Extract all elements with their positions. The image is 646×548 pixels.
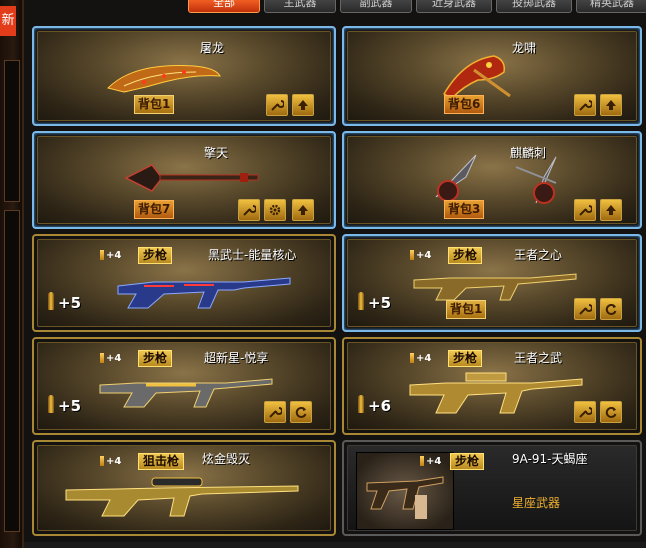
enhance-level: +4 <box>100 353 121 364</box>
upgrade-level: +5 <box>58 294 82 312</box>
sidebar-panel <box>4 60 20 202</box>
tab-all[interactable]: 全部 <box>188 0 260 13</box>
upgrade-button[interactable] <box>600 199 622 221</box>
tab-secondary[interactable]: 副武器 <box>340 0 412 13</box>
weapon-type-tag: 步枪 <box>138 247 173 264</box>
renew-button[interactable] <box>290 401 312 423</box>
wrench-icon <box>269 407 282 418</box>
weapon-name: 龙啸 <box>512 41 537 55</box>
repair-button[interactable] <box>574 199 596 221</box>
arrow-up-icon <box>606 100 616 110</box>
renew-button[interactable] <box>600 401 622 423</box>
weapon-card[interactable]: 龙啸 背包6 <box>342 26 642 126</box>
tab-throwing[interactable]: 投掷武器 <box>496 0 572 13</box>
repair-button[interactable] <box>574 94 596 116</box>
settings-button[interactable] <box>264 199 286 221</box>
bag-slot-badge: 背包1 <box>134 95 175 114</box>
refresh-icon <box>295 407 307 418</box>
arrow-up-icon <box>606 205 616 215</box>
bag-slot-badge: 背包7 <box>134 200 175 219</box>
upgrade-level: +6 <box>368 397 392 415</box>
enhance-level: +4 <box>100 456 121 467</box>
enhance-level: +4 <box>410 353 431 364</box>
sniper-icon <box>65 477 299 517</box>
arrow-up-icon <box>298 100 308 110</box>
dragon-axe-icon <box>442 55 511 99</box>
weapon-name: 炫金毁灭 <box>202 452 251 466</box>
rifle-icon <box>99 378 273 408</box>
enhance-level: +4 <box>420 456 441 467</box>
wrench-icon <box>579 304 592 315</box>
claw-blades-icon <box>435 154 557 204</box>
weapon-name: 屠龙 <box>200 41 225 55</box>
tab-primary[interactable]: 主武器 <box>264 0 336 13</box>
bag-slot-badge: 背包6 <box>444 95 485 114</box>
left-sidebar: 新 <box>0 0 24 548</box>
refresh-icon <box>605 407 617 418</box>
weapon-card[interactable]: +4 步枪 王者之心 +5 背包1 <box>342 234 642 332</box>
bag-slot-badge: 背包1 <box>446 300 487 319</box>
enhance-level: +4 <box>410 250 431 261</box>
weapon-card[interactable]: +4 步枪 黑武士-能量核心 +5 <box>32 234 336 332</box>
wrench-icon <box>243 205 256 216</box>
rifle-icon <box>117 277 291 309</box>
ammo-icon <box>48 395 54 413</box>
constellation-label: 星座武器 <box>512 496 561 510</box>
upgrade-button[interactable] <box>292 199 314 221</box>
ammo-icon <box>48 292 54 310</box>
wrench-icon <box>579 407 592 418</box>
weapon-name: 王者之心 <box>514 248 563 262</box>
weapon-card[interactable]: 麒麟刺 背包3 <box>342 131 642 229</box>
wrench-icon <box>271 100 284 111</box>
refresh-icon <box>605 304 617 315</box>
weapon-type-tag: 步枪 <box>450 453 485 470</box>
weapon-type-tag: 狙击枪 <box>138 453 185 470</box>
weapon-card[interactable]: 擎天 背包7 <box>32 131 336 229</box>
ammo-icon <box>358 292 364 310</box>
upgrade-level: +5 <box>368 294 392 312</box>
renew-button[interactable] <box>600 298 622 320</box>
weapon-name: 王者之武 <box>514 351 563 365</box>
upgrade-button[interactable] <box>600 94 622 116</box>
arrow-up-icon <box>298 205 308 215</box>
wrench-icon <box>579 100 592 111</box>
machete-icon <box>107 65 221 93</box>
repair-button[interactable] <box>574 298 596 320</box>
repair-button[interactable] <box>264 401 286 423</box>
ammo-icon <box>358 395 364 413</box>
enhance-level: +4 <box>100 250 121 261</box>
weapon-card[interactable]: +4 步枪 9A-91-天蝎座 星座武器 <box>342 440 642 536</box>
weapon-card[interactable]: +4 步枪 王者之武 +6 <box>342 337 642 435</box>
repair-button[interactable] <box>574 401 596 423</box>
rifle-icon <box>413 273 577 301</box>
wrench-icon <box>579 205 592 216</box>
repair-button[interactable] <box>238 199 260 221</box>
repair-button[interactable] <box>266 94 288 116</box>
upgrade-button[interactable] <box>292 94 314 116</box>
new-badge: 新 <box>0 6 16 36</box>
bag-slot-badge: 背包3 <box>444 200 485 219</box>
bottom-edge <box>24 542 646 548</box>
weapon-card[interactable]: 屠龙 背包1 <box>32 26 336 126</box>
weapon-list-panel: 全部 主武器 副武器 近身武器 投掷武器 精英武器 屠龙 背包1 龙啸 背包6 <box>24 0 646 548</box>
weapon-name: 黑武士-能量核心 <box>208 248 297 262</box>
weapon-type-tag: 步枪 <box>448 247 483 264</box>
sidebar-scroll-track[interactable] <box>4 210 20 532</box>
tab-elite[interactable]: 精英武器 <box>576 0 646 13</box>
weapon-type-tag: 步枪 <box>448 350 483 367</box>
weapon-name: 超新星-悦享 <box>204 351 269 365</box>
shovel-icon <box>124 164 259 192</box>
weapon-card[interactable]: +4 步枪 超新星-悦享 +5 <box>32 337 336 435</box>
weapon-name: 9A-91-天蝎座 <box>512 452 588 466</box>
tab-melee[interactable]: 近身武器 <box>416 0 492 13</box>
upgrade-level: +5 <box>58 397 82 415</box>
rifle-icon <box>409 372 583 414</box>
weapon-card[interactable]: +4 狙击枪 炫金毁灭 <box>32 440 336 536</box>
tab-bar: 全部 主武器 副武器 近身武器 投掷武器 精英武器 <box>24 0 646 14</box>
gear-icon <box>269 204 281 216</box>
weapon-name: 擎天 <box>204 146 229 160</box>
weapon-type-tag: 步枪 <box>138 350 173 367</box>
